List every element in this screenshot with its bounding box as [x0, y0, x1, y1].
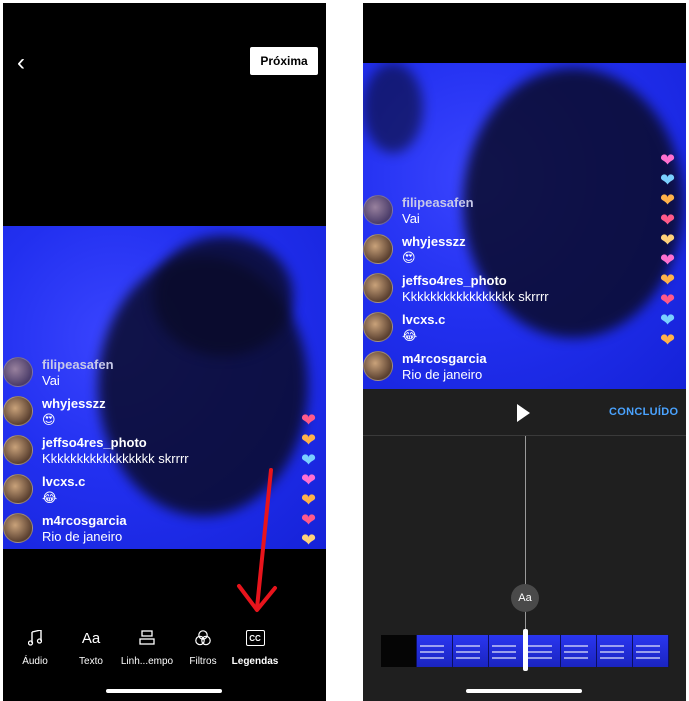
filmstrip-frame: [525, 635, 561, 667]
timeline-scrubber-handle[interactable]: [523, 629, 528, 671]
hearts-stream: ❤ ❤ ❤ ❤ ❤ ❤ ❤ ❤ ❤ ❤: [660, 150, 676, 350]
filmstrip-frame: [561, 635, 597, 667]
avatar: [3, 396, 33, 426]
right-phone-screen: ❤ ❤ ❤ ❤ ❤ ❤ ❤ ❤ ❤ ❤ filipeasafen Vai why…: [363, 3, 686, 701]
tool-label: Linh...empo: [120, 656, 174, 667]
live-comment: filipeasafen Vai: [363, 195, 474, 226]
avatar: [363, 273, 393, 303]
comment-text: 😍: [42, 412, 56, 427]
tool-label: Legendas: [231, 656, 279, 667]
avatar: [3, 435, 33, 465]
left-phone-screen: ‹ Próxima ❤ ❤ ❤ ❤ ❤ ❤ ❤ filipeasafen Vai…: [3, 3, 326, 701]
done-button[interactable]: CONCLUÍDO: [609, 406, 678, 418]
filters-icon: [194, 627, 212, 649]
tool-captions[interactable]: CC Legendas: [225, 627, 285, 667]
live-comment: jeffso4res_photo Kkkkkkkkkkkkkkkkk skrrr…: [363, 273, 549, 304]
tool-label: Filtros: [189, 656, 217, 667]
home-indicator: [106, 689, 222, 693]
filmstrip-frame: [381, 635, 417, 667]
avatar: [363, 195, 393, 225]
live-comment: filipeasafen Vai: [3, 357, 114, 388]
comment-text: 😍: [402, 250, 416, 265]
avatar: [363, 234, 393, 264]
comment-text: 😂: [402, 328, 418, 343]
comment-text: Vai: [42, 373, 60, 388]
live-comment: jeffso4res_photo Kkkkkkkkkkkkkkkkk skrrr…: [3, 435, 189, 466]
live-comment: whyjesszz 😍: [3, 396, 106, 427]
tool-text[interactable]: Aa Texto: [61, 627, 121, 668]
avatar: [363, 351, 393, 381]
comment-username: m4rcosgarcia: [402, 351, 487, 366]
comment-username: filipeasafen: [402, 195, 474, 210]
avatar: [3, 474, 33, 504]
avatar: [3, 357, 33, 387]
comment-text: Rio de janeiro: [402, 367, 483, 382]
timeline-icon: [139, 627, 155, 649]
comment-username: whyjesszz: [42, 396, 106, 411]
comment-text: Vai: [402, 211, 420, 226]
tool-filters[interactable]: Filtros: [173, 627, 233, 667]
comment-username: lvcxs.c: [402, 312, 446, 327]
comment-username: jeffso4res_photo: [402, 273, 507, 288]
live-comment: m4rcosgarcia Rio de janeiro: [363, 351, 487, 382]
comment-username: jeffso4res_photo: [42, 435, 147, 450]
next-button[interactable]: Próxima: [250, 47, 318, 75]
play-icon[interactable]: [515, 403, 531, 423]
filmstrip-frame: [453, 635, 489, 667]
caption-editor-panel: CONCLUÍDO Aa: [363, 389, 686, 701]
hearts-stream: ❤ ❤ ❤ ❤ ❤ ❤ ❤: [301, 410, 317, 550]
comment-text: 😂: [42, 490, 58, 505]
red-arrow-annotation: [237, 468, 277, 612]
tool-label: Texto: [79, 656, 103, 667]
home-indicator: [466, 689, 582, 693]
back-chevron-icon[interactable]: ‹: [17, 49, 37, 77]
live-comment: lvcxs.c 😂: [363, 312, 446, 343]
filmstrip-frame: [489, 635, 525, 667]
comment-username: whyjesszz: [402, 234, 466, 249]
music-note-icon: [28, 627, 42, 649]
comment-text: Kkkkkkkkkkkkkkkkk skrrrr: [402, 289, 549, 304]
comment-text: Kkkkkkkkkkkkkkkkk skrrrr: [42, 451, 189, 466]
live-comment: lvcxs.c 😂: [3, 474, 86, 505]
tool-label: Áudio: [22, 656, 48, 667]
avatar: [3, 513, 33, 543]
tool-audio[interactable]: Áudio: [5, 627, 65, 667]
filmstrip-frame: [417, 635, 453, 667]
comment-text: Rio de janeiro: [42, 529, 123, 544]
live-comment: whyjesszz 😍: [363, 234, 466, 265]
avatar: [363, 312, 393, 342]
add-caption-aa-button[interactable]: Aa: [511, 584, 539, 612]
filmstrip-frame: [633, 635, 669, 667]
comment-username: lvcxs.c: [42, 474, 86, 489]
comment-username: m4rcosgarcia: [42, 513, 127, 528]
text-aa-icon: Aa: [81, 629, 101, 647]
captions-cc-icon: CC: [245, 630, 265, 646]
filmstrip-frame: [597, 635, 633, 667]
tool-timeline[interactable]: Linh...empo: [117, 627, 177, 667]
live-comment: m4rcosgarcia Rio de janeiro: [3, 513, 127, 544]
comment-username: filipeasafen: [42, 357, 114, 372]
